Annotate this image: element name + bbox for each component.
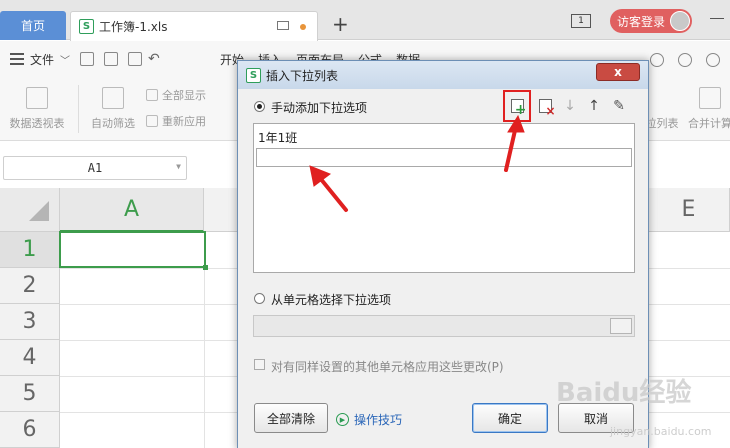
move-down-icon[interactable]: ↓ [560, 96, 580, 116]
row-header[interactable]: 2 [0, 268, 60, 304]
spreadsheet-icon: S [246, 67, 261, 83]
undo-icon[interactable]: ↶ [148, 51, 160, 67]
dropdown-list-label: 拉列表 [645, 117, 679, 130]
dropdown-items-list: 1年1班 [253, 123, 635, 273]
minimize-icon[interactable] [710, 18, 724, 19]
visitor-login-label: 访客登录 [617, 14, 666, 29]
apply-same-checkbox[interactable] [254, 359, 265, 370]
column-header-e[interactable]: E [648, 188, 730, 232]
row-header[interactable]: 1 [0, 232, 60, 268]
tab-bar: 首页 S 工作簿-1.xls + 1 访客登录 [0, 0, 730, 41]
column-header-a[interactable]: A [60, 188, 204, 232]
merge-calc-icon [699, 87, 721, 109]
spreadsheet-icon: S [79, 19, 94, 34]
row-header[interactable]: 5 [0, 376, 60, 412]
edit-pencil-icon[interactable]: ✎ [609, 96, 629, 116]
file-menu[interactable]: 文件 [30, 51, 54, 68]
row-header[interactable]: 3 [0, 304, 60, 340]
dialog-title: 插入下拉列表 [266, 68, 339, 83]
unsaved-dot-icon [300, 24, 306, 30]
pivot-table-icon [26, 87, 48, 109]
filter-icon [102, 87, 124, 109]
from-cells-label: 从单元格选择下拉选项 [271, 293, 392, 307]
from-cells-radio[interactable] [254, 293, 265, 304]
active-cell-a1[interactable] [59, 231, 208, 270]
play-icon: ▶ [336, 413, 349, 426]
highlight-box [503, 90, 531, 122]
fill-handle[interactable] [203, 265, 208, 270]
window-count-badge[interactable]: 1 [571, 14, 591, 28]
name-box[interactable]: A1 ▼ [3, 156, 187, 180]
dropdown-list-button[interactable]: 拉列表 [644, 87, 680, 131]
menu-right-icons [650, 53, 720, 67]
save-icon[interactable] [80, 52, 95, 66]
auto-filter-button[interactable]: 自动筛选 [86, 87, 140, 131]
chevron-down-icon[interactable]: ▼ [176, 162, 181, 171]
row-header[interactable]: 4 [0, 340, 60, 376]
pivot-table-label: 数据透视表 [9, 117, 65, 130]
merge-calc-label: 合并计算 [688, 117, 730, 130]
cell-range-input[interactable] [253, 315, 635, 337]
manual-option-radio[interactable] [254, 101, 265, 112]
show-all-label: 全部显示 [162, 89, 206, 102]
home-tab[interactable]: 首页 [0, 11, 66, 40]
more-icon[interactable] [706, 53, 720, 67]
dialog-titlebar: S 插入下拉列表 x [238, 61, 648, 89]
reapply-icon [146, 115, 158, 127]
delete-item-icon: × [538, 99, 556, 117]
hamburger-menu-icon[interactable] [10, 53, 24, 65]
tips-link[interactable]: ▶ 操作技巧 [336, 411, 402, 428]
new-tab-button[interactable]: + [332, 14, 349, 34]
reapply-label: 重新应用 [162, 115, 206, 128]
manual-option-label: 手动添加下拉选项 [271, 101, 368, 115]
merge-calc-button[interactable]: 合并计算 [686, 87, 730, 131]
select-all-corner[interactable] [0, 188, 60, 232]
avatar [670, 11, 690, 31]
column-header-b[interactable] [204, 188, 240, 232]
delete-item-button[interactable]: × [535, 96, 556, 117]
dialog-close-button[interactable]: x [596, 63, 640, 81]
show-all-icon [146, 89, 158, 101]
workbook-tab[interactable]: S 工作簿-1.xls [70, 11, 318, 41]
reapply-button[interactable]: 重新应用 [146, 113, 206, 129]
ok-button[interactable]: 确定 [472, 403, 548, 433]
range-select-icon[interactable] [610, 318, 632, 334]
auto-filter-label: 自动筛选 [91, 117, 135, 130]
cell-reference: A1 [87, 161, 103, 175]
share-user-icon[interactable] [678, 53, 692, 67]
workbook-tab-label: 工作簿-1.xls [99, 20, 168, 34]
pivot-table-button[interactable]: 数据透视表 [4, 87, 70, 131]
row-header[interactable]: 6 [0, 412, 60, 448]
watermark-url: jingyan.baidu.com [610, 425, 712, 438]
print-preview-icon[interactable] [128, 52, 143, 66]
new-item-input[interactable] [256, 148, 632, 167]
watermark: Baidu经验 [556, 378, 692, 408]
tips-label: 操作技巧 [354, 413, 403, 427]
apply-same-label: 对有同样设置的其他单元格应用这些更改(P) [271, 360, 504, 374]
move-up-icon[interactable]: ↑ [584, 96, 604, 116]
print-icon[interactable] [104, 52, 119, 66]
list-item[interactable]: 1年1班 [258, 129, 297, 146]
visitor-login-button[interactable]: 访客登录 [610, 9, 692, 33]
show-all-button[interactable]: 全部显示 [146, 87, 206, 103]
clear-all-button[interactable]: 全部清除 [254, 403, 328, 433]
monitor-icon[interactable] [277, 21, 289, 30]
skin-icon[interactable] [650, 53, 664, 67]
chevron-down-icon[interactable]: ﹀ [60, 52, 70, 67]
